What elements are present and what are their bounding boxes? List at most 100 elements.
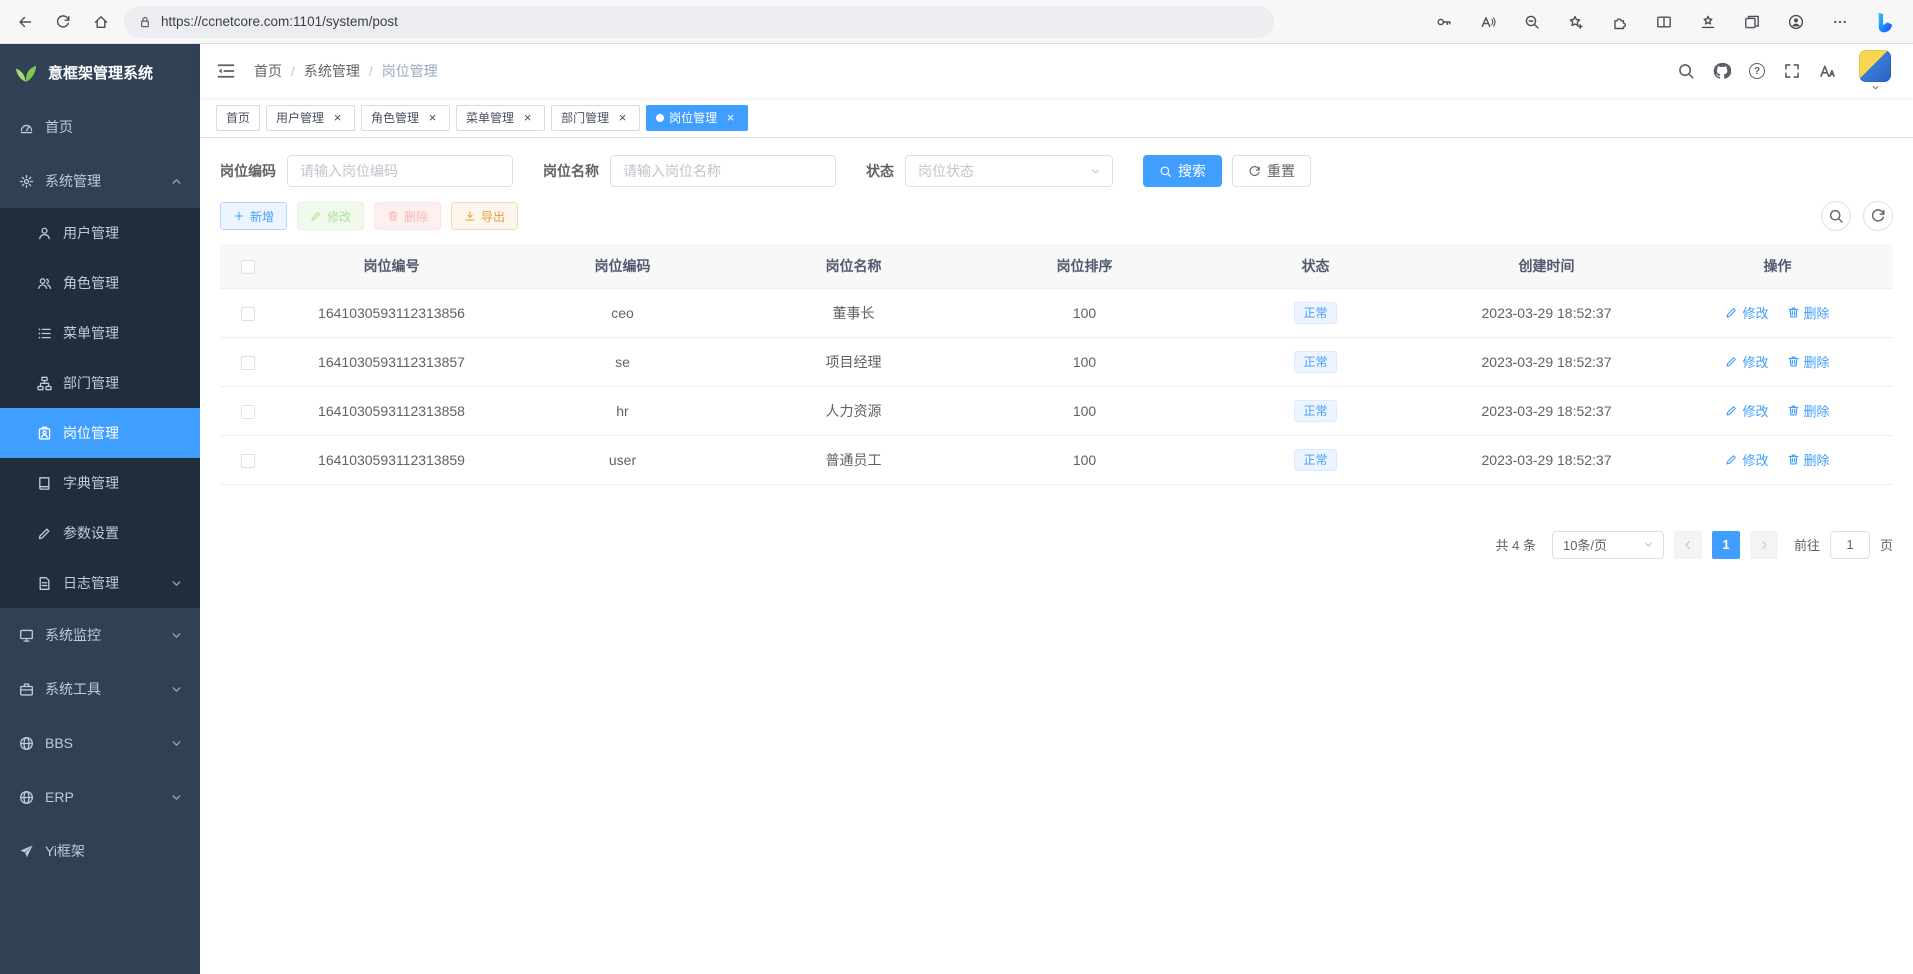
- read-aloud-button[interactable]: [1473, 6, 1503, 38]
- sidebar-item-post[interactable]: 岗位管理: [0, 408, 200, 458]
- close-icon[interactable]: ×: [425, 110, 440, 125]
- row-edit-button[interactable]: 修改: [1725, 401, 1768, 420]
- favorite-add-button[interactable]: [1561, 6, 1591, 38]
- font-size-icon[interactable]: [1819, 62, 1837, 80]
- sidebar-item-bbs[interactable]: BBS: [0, 716, 200, 770]
- refresh-button[interactable]: [46, 6, 80, 38]
- reset-button[interactable]: 重置: [1232, 155, 1311, 187]
- pencil-icon: [310, 210, 322, 222]
- prev-page-button[interactable]: [1674, 531, 1702, 559]
- breadcrumb-item: 岗位管理: [382, 61, 438, 81]
- status-select[interactable]: 岗位状态: [905, 155, 1113, 187]
- post-code-cell: se: [507, 337, 738, 386]
- tab-2[interactable]: 角色管理×: [361, 105, 450, 131]
- row-edit-button[interactable]: 修改: [1725, 352, 1768, 371]
- avatar[interactable]: [1859, 50, 1891, 82]
- github-icon[interactable]: [1713, 62, 1731, 80]
- post-code-input[interactable]: [287, 155, 513, 187]
- sidebar-item-param[interactable]: 参数设置: [0, 508, 200, 558]
- sidebar-item-dict[interactable]: 字典管理: [0, 458, 200, 508]
- post-sort-cell: 100: [969, 337, 1200, 386]
- tab-5[interactable]: 岗位管理×: [646, 105, 748, 131]
- sidebar-item-log[interactable]: 日志管理: [0, 558, 200, 608]
- list-icon: [37, 326, 52, 341]
- split-screen-button[interactable]: [1649, 6, 1679, 38]
- collections-button[interactable]: [1737, 6, 1767, 38]
- question-icon[interactable]: ?: [1749, 63, 1765, 79]
- select-all-checkbox[interactable]: [241, 260, 255, 274]
- profile-button[interactable]: [1781, 6, 1811, 38]
- refresh-icon: [1248, 165, 1261, 178]
- close-icon[interactable]: ×: [615, 110, 630, 125]
- row-delete-button[interactable]: 删除: [1787, 401, 1830, 420]
- row-delete-button[interactable]: 删除: [1787, 352, 1830, 371]
- sidebar-item-label: 部门管理: [63, 373, 184, 393]
- more-button[interactable]: [1825, 6, 1855, 38]
- sidebar-item-system[interactable]: 系统管理: [0, 154, 200, 208]
- row-checkbox[interactable]: [241, 307, 255, 321]
- sidebar-item-tools[interactable]: 系统工具: [0, 662, 200, 716]
- home-button[interactable]: [84, 6, 118, 38]
- sidebar-item-dept[interactable]: 部门管理: [0, 358, 200, 408]
- extensions-button[interactable]: [1605, 6, 1635, 38]
- row-edit-button[interactable]: 修改: [1725, 303, 1768, 322]
- column-header: 岗位排序: [969, 244, 1200, 288]
- search-icon[interactable]: [1677, 62, 1695, 80]
- row-edit-button[interactable]: 修改: [1725, 450, 1768, 469]
- breadcrumb-item[interactable]: 首页: [254, 61, 282, 81]
- sidebar-item-yi[interactable]: Yi框架: [0, 824, 200, 878]
- search-button[interactable]: 搜索: [1143, 155, 1222, 187]
- edit-button[interactable]: 修改: [297, 202, 364, 230]
- row-checkbox[interactable]: [241, 356, 255, 370]
- more-icon: [1832, 14, 1848, 30]
- sidebar-item-home[interactable]: 首页: [0, 100, 200, 154]
- row-checkbox[interactable]: [241, 405, 255, 419]
- page-unit-label: 页: [1880, 535, 1893, 554]
- user-menu[interactable]: [1859, 50, 1891, 93]
- zoom-button[interactable]: [1517, 6, 1547, 38]
- close-icon[interactable]: ×: [520, 110, 535, 125]
- close-icon[interactable]: ×: [330, 110, 345, 125]
- breadcrumb-item[interactable]: 系统管理: [304, 61, 360, 81]
- pencil-icon: [1725, 355, 1738, 368]
- goto-page-input[interactable]: [1830, 531, 1870, 559]
- back-button[interactable]: [8, 6, 42, 38]
- tab-0[interactable]: 首页: [216, 105, 260, 131]
- export-button[interactable]: 导出: [451, 202, 518, 230]
- sidebar-item-monitor[interactable]: 系统监控: [0, 608, 200, 662]
- post-name-input[interactable]: [610, 155, 836, 187]
- toggle-search-button[interactable]: [1821, 201, 1851, 231]
- sidebar-item-user[interactable]: 用户管理: [0, 208, 200, 258]
- sidebar-item-erp[interactable]: ERP: [0, 770, 200, 824]
- status-select-placeholder: 岗位状态: [918, 161, 974, 181]
- trash-icon: [1787, 453, 1800, 466]
- sidebar-item-menu[interactable]: 菜单管理: [0, 308, 200, 358]
- refresh-table-button[interactable]: [1863, 201, 1893, 231]
- tool-icon: [19, 682, 34, 697]
- user-icon: [37, 226, 52, 241]
- post-icon: [37, 426, 52, 441]
- favorites-bar-button[interactable]: [1693, 6, 1723, 38]
- sidebar-item-role[interactable]: 角色管理: [0, 258, 200, 308]
- address-bar[interactable]: https://ccnetcore.com:1101/system/post: [124, 6, 1274, 38]
- hamburger-icon[interactable]: [216, 61, 236, 81]
- page-1-button[interactable]: 1: [1712, 531, 1740, 559]
- bing-button[interactable]: [1869, 6, 1899, 38]
- close-icon[interactable]: ×: [723, 110, 738, 125]
- fullscreen-icon[interactable]: [1783, 62, 1801, 80]
- row-checkbox[interactable]: [241, 454, 255, 468]
- page-size-select[interactable]: 10条/页: [1552, 531, 1664, 559]
- tab-4[interactable]: 部门管理×: [551, 105, 640, 131]
- next-page-button[interactable]: [1750, 531, 1778, 559]
- search-icon: [1159, 165, 1172, 178]
- sidebar-item-label: 角色管理: [63, 273, 184, 293]
- row-delete-button[interactable]: 删除: [1787, 303, 1830, 322]
- key-button[interactable]: [1429, 6, 1459, 38]
- tab-1[interactable]: 用户管理×: [266, 105, 355, 131]
- delete-button[interactable]: 删除: [374, 202, 441, 230]
- add-button[interactable]: 新增: [220, 202, 287, 230]
- bing-icon: [1873, 11, 1895, 33]
- tab-3[interactable]: 菜单管理×: [456, 105, 545, 131]
- row-delete-button[interactable]: 删除: [1787, 450, 1830, 469]
- favorites-bar-icon: [1700, 14, 1716, 30]
